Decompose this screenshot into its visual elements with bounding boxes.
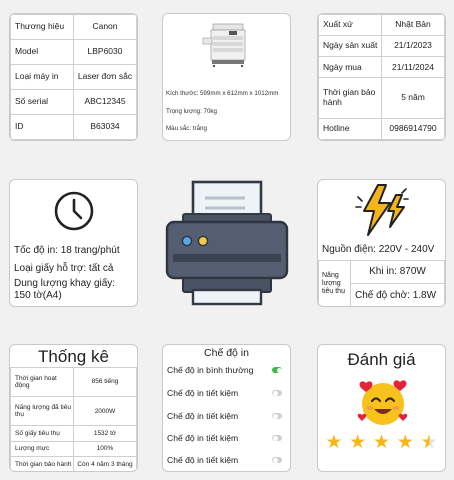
power-row: Năng lượng tiêu thụ Khi in: 870W — [318, 259, 445, 306]
power-card: Nguồn điện: 220V - 240V Năng lượng tiêu … — [317, 179, 446, 307]
spec-card: Thương hiệu Canon Model LBP6030 Loại máy i… — [9, 13, 138, 141]
star-full-icon: ★ — [349, 432, 367, 453]
purchase-value: 5 năm — [381, 77, 445, 119]
star-full-icon: ★ — [372, 432, 391, 453]
weight-text: Trọng lượng: 70kg — [166, 108, 217, 115]
mode-label: Chế độ in tiết kiệm — [167, 411, 239, 421]
tray-text-1: Dung lượng khay giấy: — [14, 278, 116, 289]
dimensions-text: Kích thước: 599mm x 612mm x 1012mm — [166, 90, 279, 97]
rating-stars: ★ ★ ★ ★ ★ — [318, 433, 445, 452]
purchase-row: Ngày mua 21/11/2024 — [318, 56, 445, 79]
smiley-hearts-icon — [357, 380, 408, 425]
mode-row[interactable]: Chế độ in tiết kiệm — [167, 451, 282, 469]
purchase-row: Xuất xứ Nhật Bản — [318, 14, 445, 37]
paper-text: Loại giấy hỗ trợ: tất cả — [14, 263, 114, 274]
spec-label: Loại máy in — [10, 64, 74, 90]
spec-row: Thương hiệu Canon — [10, 14, 137, 40]
mode-label: Chế độ in tiết kiệm — [167, 388, 239, 398]
purchase-value: 21/11/2024 — [381, 56, 445, 79]
star-half-icon: ★ — [420, 432, 438, 453]
purchase-row: Thời gian bảo hành 5 năm — [318, 77, 445, 119]
stats-label: Số giấy tiêu thụ — [10, 425, 74, 442]
mode-row[interactable]: Chế độ in tiết kiệm — [167, 429, 282, 447]
spec-value: Laser đơn sắc — [73, 64, 137, 90]
power-table: Năng lượng tiêu thụ Khi in: 870W Chế độ … — [318, 259, 445, 306]
stats-row: Lượng mực 100% — [10, 440, 137, 458]
spec-value: B63034 — [73, 114, 137, 140]
energy-label: Năng lượng tiêu thụ — [318, 260, 351, 306]
purchase-label: Thời gian bảo hành — [318, 77, 382, 119]
stats-label: Lượng mực — [10, 440, 74, 458]
rating-title: Đánh giá — [347, 350, 416, 369]
stats-row: Thời gian bảo hành Còn 4 năm 3 tháng — [10, 456, 137, 471]
spec-row: ID B63034 — [10, 114, 137, 140]
rating-card: Đánh giá ★ ★ ★ ★ ★ — [317, 344, 446, 472]
mode-toggle[interactable] — [272, 390, 282, 396]
color-text: Màu sắc: trắng — [166, 125, 207, 132]
star-full-icon: ★ — [325, 432, 343, 453]
spec-label: Thương hiệu — [10, 14, 74, 40]
stats-label: Năng lượng đã tiêu thụ — [10, 396, 74, 427]
stats-row: Năng lượng đã tiêu thụ 2000W — [10, 396, 137, 427]
standby-value: Chế độ chờ: 1.8W — [350, 283, 445, 306]
stats-label: Thời gian bảo hành — [10, 456, 74, 471]
spec-value: Canon — [73, 14, 137, 40]
stats-row: Thời gian hoạt động 856 tiếng — [10, 366, 137, 398]
mode-toggle[interactable] — [272, 435, 282, 441]
stats-value: 1532 tờ — [73, 425, 137, 442]
spec-row: Số serial ABC12345 — [10, 89, 137, 115]
mode-label: Chế độ in tiết kiệm — [167, 433, 239, 443]
purchase-value: 0986914790 — [381, 117, 445, 140]
spec-label: Model — [10, 39, 74, 65]
spec-table: Thương hiệu Canon Model LBP6030 Loại máy i… — [10, 14, 137, 140]
speed-text: Tốc độ in: 18 trang/phút — [14, 245, 120, 256]
stats-value: Còn 4 năm 3 tháng — [73, 456, 137, 471]
spec-label: Số serial — [10, 89, 74, 115]
stats-card: Thống kê Thời gian hoạt động 856 tiếng Nă… — [9, 344, 138, 472]
modes-title: Chế độ in — [204, 347, 249, 359]
stats-title: Thống kê — [38, 347, 109, 366]
spec-value: LBP6030 — [73, 39, 137, 65]
mode-row[interactable]: Chế độ in tiết kiệm — [167, 384, 282, 402]
spec-row: Loại máy in Laser đơn sắc — [10, 64, 137, 90]
power-source: Nguồn điện: 220V - 240V — [322, 244, 435, 255]
mode-label: Chế độ in bình thường — [167, 365, 254, 375]
photo-card: Kích thước: 599mm x 612mm x 1012mm Trọng… — [162, 13, 291, 141]
printer-icon — [165, 180, 289, 306]
mode-toggle[interactable] — [272, 367, 282, 373]
stats-label: Thời gian hoạt động — [10, 366, 74, 398]
purchase-value: Nhật Bản — [381, 14, 445, 37]
stats-row: Số giấy tiêu thụ 1532 tờ — [10, 425, 137, 442]
stats-value: 856 tiếng — [73, 366, 137, 398]
purchase-row: Ngày sản xuất 21/1/2023 — [318, 35, 445, 58]
mode-toggle[interactable] — [272, 457, 282, 463]
spec-label: ID — [10, 114, 74, 140]
spec-row: Model LBP6030 — [10, 39, 137, 65]
purchase-label: Ngày mua — [318, 56, 382, 79]
stats-value: 100% — [73, 440, 137, 458]
mode-row[interactable]: Chế độ in bình thường — [167, 361, 282, 379]
mode-row[interactable]: Chế độ in tiết kiệm — [167, 407, 282, 425]
clock-icon — [54, 191, 94, 231]
stats-table: Thời gian hoạt động 856 tiếng Năng lượng … — [10, 366, 137, 471]
stats-value: 2000W — [73, 396, 137, 427]
mode-toggle[interactable] — [272, 413, 282, 419]
star-full-icon: ★ — [396, 432, 414, 453]
purchase-table: Xuất xứ Nhật Bản Ngày sản xuất 21/1/2023 N… — [318, 14, 445, 140]
purchase-card: Xuất xứ Nhật Bản Ngày sản xuất 21/1/2023 N… — [317, 13, 446, 141]
copier-image — [202, 23, 246, 68]
on-value: Khi in: 870W — [350, 259, 445, 285]
spec-value: ABC12345 — [73, 89, 137, 115]
tray-text-2: 150 tờ(A4) — [14, 290, 62, 301]
modes-card: Chế độ in Chế độ in bình thường Chế độ i… — [162, 344, 291, 472]
purchase-value: 21/1/2023 — [381, 35, 445, 58]
lightning-icon — [355, 184, 409, 236]
purchase-label: Ngày sản xuất — [318, 35, 382, 58]
purchase-label: Hotline — [318, 117, 382, 140]
mode-label: Chế độ in tiết kiệm — [167, 455, 239, 465]
speed-card: Tốc độ in: 18 trang/phút Loại giấy hỗ tr… — [9, 179, 138, 307]
purchase-row: Hotline 0986914790 — [318, 117, 445, 140]
purchase-label: Xuất xứ — [318, 14, 382, 37]
